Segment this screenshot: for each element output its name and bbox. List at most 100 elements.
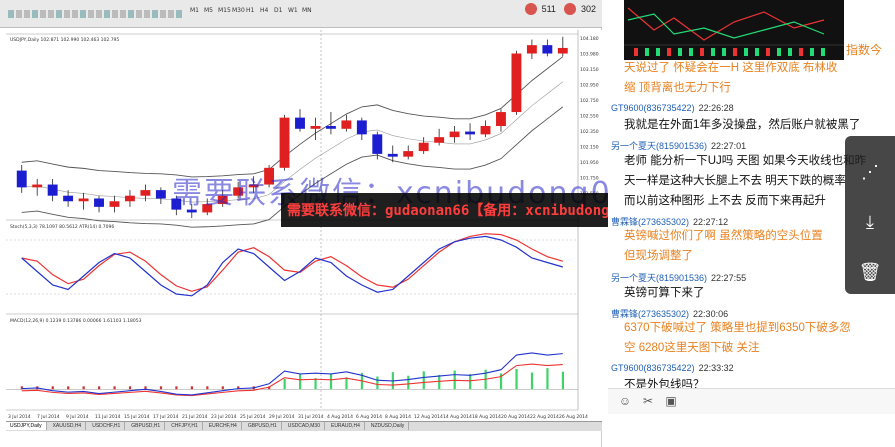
macd-histogram-bar xyxy=(422,371,425,390)
toolbar-tool-icon[interactable] xyxy=(8,10,14,18)
date-tick-label: 7 Jul 2014 xyxy=(37,414,60,420)
chat-message-text: 天一样是这种大长腿上不去 明天下跌的概率 xyxy=(624,175,846,187)
toolbar-tool-icon[interactable] xyxy=(32,10,38,18)
candle xyxy=(63,195,74,202)
chart-thumbnail[interactable] xyxy=(624,0,844,60)
macd-histogram-bar xyxy=(345,377,348,390)
chat-message-meta[interactable]: 曹霖锋(273635302) 22:30:06 xyxy=(611,307,728,320)
macd-histogram-bar xyxy=(128,386,132,390)
share-icon[interactable]: ⋰ xyxy=(858,160,882,184)
timeframe-h1[interactable]: H1 xyxy=(246,7,254,21)
timeframe-d1[interactable]: D1 xyxy=(274,7,282,21)
toolbar-tool-icon[interactable] xyxy=(160,10,166,18)
macd-histogram-bar xyxy=(469,374,472,390)
date-tick-label: 6 Aug 2014 xyxy=(356,414,382,420)
candle xyxy=(279,117,290,168)
toolbar-tool-icon[interactable] xyxy=(56,10,62,18)
symbol-tab[interactable]: USDJPY,Daily xyxy=(6,422,47,430)
macd-header: MACD(12,26,9) 0.1239 0.13786 0.00066 1.6… xyxy=(10,318,142,324)
toolbar-tool-icon[interactable] xyxy=(120,10,126,18)
floating-action-bar: ⋰ ⤓ 🗑 xyxy=(845,136,895,294)
candle xyxy=(356,120,367,135)
timeframe-w1[interactable]: W1 xyxy=(288,7,298,21)
toolbar-tool-icon[interactable] xyxy=(136,10,142,18)
symbol-tab[interactable]: GBPUSD,H1 xyxy=(244,422,282,430)
toolbar-tool-icon[interactable] xyxy=(64,10,70,18)
toolbar-tool-icon[interactable] xyxy=(104,10,110,18)
chat-username[interactable]: 曹霖锋(273635302) xyxy=(611,217,689,227)
macd-histogram-bar xyxy=(98,386,101,390)
macd-histogram-bar xyxy=(190,386,193,390)
toolbar-tool-icon[interactable] xyxy=(128,10,134,18)
candle xyxy=(557,47,568,54)
chat-username[interactable]: GT9600(836735422) xyxy=(611,363,695,373)
like-icon xyxy=(564,3,577,15)
symbol-tab[interactable]: GBPUSD,H1 xyxy=(127,422,166,430)
toolbar-tool-icon[interactable] xyxy=(144,10,150,18)
chat-username[interactable]: 另一个夏天(815901536) xyxy=(611,273,707,283)
toolbar-tool-icon[interactable] xyxy=(48,10,54,18)
date-tick-label: 17 Jul 2014 xyxy=(153,414,179,420)
candle xyxy=(387,153,398,157)
candle xyxy=(140,190,151,196)
chat-message-meta[interactable]: 另一个夏天(815901536) 22:27:01 xyxy=(611,139,746,152)
trash-icon[interactable]: 🗑 xyxy=(858,260,882,284)
symbol-tab[interactable]: CHFJPY,H1 xyxy=(167,422,203,430)
toolbar-tool-icon[interactable] xyxy=(96,10,102,18)
symbol-tab[interactable]: EURAUD,H4 xyxy=(327,422,365,430)
chat-message-text: 但现场调整了 xyxy=(624,250,693,262)
symbol-tab[interactable]: USDCAD,M30 xyxy=(284,422,325,430)
toolbar-tool-icon[interactable] xyxy=(112,10,118,18)
toolbar-tool-icon[interactable] xyxy=(40,10,46,18)
timeframe-h4[interactable]: H4 xyxy=(260,7,268,21)
bollinger-upper xyxy=(21,56,564,178)
symbol-tab[interactable]: NZDUSD,Daily xyxy=(367,422,410,430)
macd-histogram-bar xyxy=(530,372,534,390)
chat-message-meta[interactable]: 曹霖锋(273635302) 22:27:12 xyxy=(611,215,728,228)
macd-histogram-bar xyxy=(299,374,302,390)
chat-message-meta[interactable]: 另一个夏天(815901536) 22:27:55 xyxy=(611,271,746,284)
viewer-count: 511 xyxy=(541,4,556,14)
symbol-tab[interactable]: EURCHF,H4 xyxy=(205,422,242,430)
download-icon[interactable]: ⤓ xyxy=(858,210,882,234)
timeframe-m15[interactable]: M15 xyxy=(218,7,231,21)
chart-header: USDJPY,Daily 102.871 102.990 102.463 102… xyxy=(10,37,119,43)
emoji-icon[interactable]: ☺ xyxy=(618,394,632,408)
chat-username[interactable]: GT9600(836735422) xyxy=(611,103,695,113)
macd-histogram-bar xyxy=(82,386,85,390)
candle xyxy=(155,190,166,199)
chat-timestamp: 22:27:12 xyxy=(693,217,729,227)
price-tick-label: 102.550 xyxy=(580,114,599,120)
toolbar-tool-icon[interactable] xyxy=(168,10,174,18)
scissors-icon[interactable]: ✂ xyxy=(641,394,655,408)
toolbar-tool-icon[interactable] xyxy=(88,10,94,18)
macd-histogram-bar xyxy=(159,386,163,390)
date-tick-label: 29 Jul 2014 xyxy=(269,414,295,420)
candle xyxy=(511,53,522,113)
chat-username[interactable]: 曹霖锋(273635302) xyxy=(611,309,689,319)
symbol-tab[interactable]: XAUUSD,H4 xyxy=(49,422,87,430)
toolbar-tool-icon[interactable] xyxy=(80,10,86,18)
toolbar-tool-icon[interactable] xyxy=(152,10,158,18)
price-tick-label: 103.980 xyxy=(580,52,599,58)
stoch-signal-line xyxy=(21,233,563,292)
price-tick-label: 102.150 xyxy=(580,145,599,151)
date-tick-label: 21 Jul 2014 xyxy=(182,414,208,420)
toolbar-tool-icon[interactable] xyxy=(176,10,182,18)
date-tick-label: 11 Jul 2014 xyxy=(95,414,121,420)
chat-message-meta[interactable]: GT9600(836735422) 22:33:32 xyxy=(611,363,734,373)
image-icon[interactable]: ▣ xyxy=(664,394,678,408)
date-tick-label: 31 Jul 2014 xyxy=(298,414,324,420)
candle xyxy=(124,195,135,202)
chat-username[interactable]: 另一个夏天(815901536) xyxy=(611,141,707,151)
chat-message-meta[interactable]: GT9600(836735422) 22:26:28 xyxy=(611,103,734,113)
timeframe-mn[interactable]: MN xyxy=(302,7,312,21)
toolbar-tool-icon[interactable] xyxy=(24,10,30,18)
toolbar-tool-icon[interactable] xyxy=(72,10,78,18)
toolbar-tool-icon[interactable] xyxy=(16,10,22,18)
timeframe-m1[interactable]: M1 xyxy=(190,7,199,21)
timeframe-m5[interactable]: M5 xyxy=(204,7,213,21)
candle xyxy=(542,45,553,54)
symbol-tab[interactable]: USDCHF,H1 xyxy=(88,422,126,430)
timeframe-m30[interactable]: M30 xyxy=(232,7,245,21)
